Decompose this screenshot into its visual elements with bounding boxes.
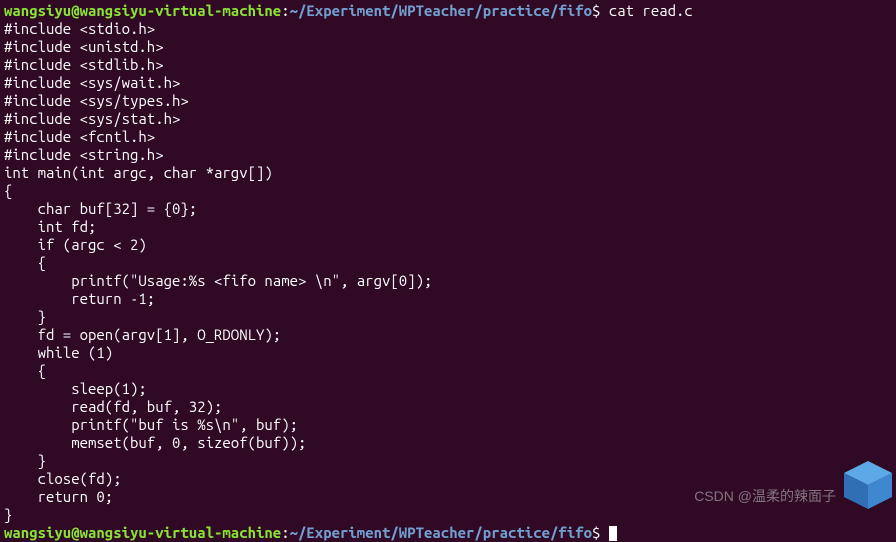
prompt-line-2[interactable]: wangsiyu@wangsiyu-virtual-machine:~/Expe… bbox=[4, 524, 892, 542]
code-line: #include <stdlib.h> bbox=[4, 56, 892, 74]
code-line: } bbox=[4, 308, 892, 326]
code-line: char buf[32] = {0}; bbox=[4, 200, 892, 218]
code-line: #include <stdio.h> bbox=[4, 20, 892, 38]
code-line: printf("buf is %s\n", buf); bbox=[4, 416, 892, 434]
code-line: close(fd); bbox=[4, 470, 892, 488]
prompt-path: ~/Experiment/WPTeacher/practice/fifo bbox=[290, 2, 592, 19]
prompt-user: wangsiyu@wangsiyu-virtual-machine bbox=[4, 524, 281, 541]
prompt-line-1[interactable]: wangsiyu@wangsiyu-virtual-machine:~/Expe… bbox=[4, 2, 892, 20]
watermark-text: CSDN @温柔的辣面子 bbox=[694, 488, 836, 505]
code-line: #include <sys/types.h> bbox=[4, 92, 892, 110]
cube-icon bbox=[840, 457, 896, 513]
code-line: sleep(1); bbox=[4, 380, 892, 398]
code-line: { bbox=[4, 362, 892, 380]
command-text: cat read.c bbox=[609, 2, 693, 19]
code-line: memset(buf, 0, sizeof(buf)); bbox=[4, 434, 892, 452]
prompt-user: wangsiyu@wangsiyu-virtual-machine bbox=[4, 2, 281, 19]
code-line: int fd; bbox=[4, 218, 892, 236]
prompt-path: ~/Experiment/WPTeacher/practice/fifo bbox=[290, 524, 592, 541]
code-line: { bbox=[4, 254, 892, 272]
code-line: #include <sys/wait.h> bbox=[4, 74, 892, 92]
code-line: { bbox=[4, 182, 892, 200]
prompt-dollar: $ bbox=[592, 2, 609, 19]
code-line: #include <sys/stat.h> bbox=[4, 110, 892, 128]
prompt-colon: : bbox=[281, 524, 289, 541]
code-line: } bbox=[4, 506, 892, 524]
cursor-icon bbox=[609, 526, 617, 541]
code-line: while (1) bbox=[4, 344, 892, 362]
code-line: return -1; bbox=[4, 290, 892, 308]
code-line: fd = open(argv[1], O_RDONLY); bbox=[4, 326, 892, 344]
prompt-colon: : bbox=[281, 2, 289, 19]
prompt-dollar: $ bbox=[592, 524, 609, 541]
code-line: #include <unistd.h> bbox=[4, 38, 892, 56]
code-line: read(fd, buf, 32); bbox=[4, 398, 892, 416]
code-line: int main(int argc, char *argv[]) bbox=[4, 164, 892, 182]
code-line: #include <string.h> bbox=[4, 146, 892, 164]
code-line: } bbox=[4, 452, 892, 470]
code-line: #include <fcntl.h> bbox=[4, 128, 892, 146]
code-line: printf("Usage:%s <fifo name> \n", argv[0… bbox=[4, 272, 892, 290]
code-line: if (argc < 2) bbox=[4, 236, 892, 254]
